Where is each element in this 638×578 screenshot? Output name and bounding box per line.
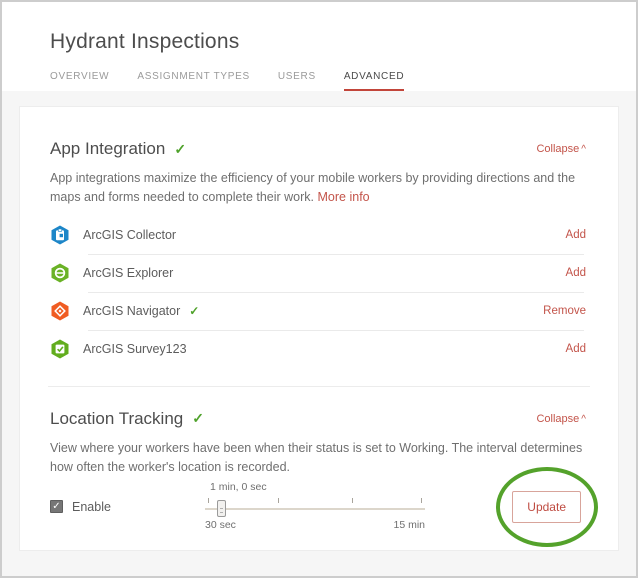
navigator-check-icon: ✓: [189, 304, 199, 318]
workforce-project-page: Hydrant Inspections OVERVIEW ASSIGNMENT …: [0, 0, 638, 578]
page-title: Hydrant Inspections: [50, 30, 588, 54]
arcgis-explorer-icon: [50, 263, 70, 283]
enable-label: Enable: [72, 500, 111, 514]
section-divider: [48, 386, 590, 387]
slider-tick: [421, 498, 422, 503]
location-tracking-controls: ✓ Enable 1 min, 0 sec 30 sec 15 min: [50, 481, 586, 533]
survey123-add-link[interactable]: Add: [566, 343, 586, 355]
app-name: ArcGIS Survey123: [83, 342, 187, 356]
arcgis-navigator-icon: [50, 301, 70, 321]
more-info-link[interactable]: More info: [318, 190, 370, 204]
interval-slider: 1 min, 0 sec 30 sec 15 min: [205, 481, 425, 533]
caret-up-icon: ^: [581, 414, 586, 425]
slider-tick: [278, 498, 279, 503]
navigator-remove-link[interactable]: Remove: [543, 305, 586, 317]
app-row-survey123: ArcGIS Survey123 Add: [50, 330, 586, 368]
location-tracking-header: Location Tracking ✓ Collapse^: [50, 409, 586, 429]
app-name: ArcGIS Explorer: [83, 266, 173, 280]
app-integration-header: App Integration ✓ Collapse^: [50, 139, 586, 159]
tab-assignment-types[interactable]: ASSIGNMENT TYPES: [137, 71, 250, 91]
update-button-wrap: Update: [512, 491, 581, 523]
slider-tick: [352, 498, 353, 503]
slider-tick: [208, 498, 209, 503]
section-check-icon: ✓: [192, 410, 204, 427]
slider-track[interactable]: [205, 508, 425, 510]
app-integration-collapse-link[interactable]: Collapse^: [536, 143, 586, 155]
section-check-icon: ✓: [174, 141, 186, 158]
enable-checkbox[interactable]: ✓: [50, 500, 63, 513]
page-header: Hydrant Inspections OVERVIEW ASSIGNMENT …: [2, 2, 636, 91]
arcgis-collector-icon: [50, 225, 70, 245]
tab-bar: OVERVIEW ASSIGNMENT TYPES USERS ADVANCED: [50, 71, 588, 91]
update-button[interactable]: Update: [512, 491, 581, 523]
advanced-tab-content: App Integration ✓ Collapse^ App integrat…: [2, 91, 636, 578]
app-row-explorer: ArcGIS Explorer Add: [50, 254, 586, 292]
app-name: ArcGIS Navigator: [83, 304, 180, 318]
collector-add-link[interactable]: Add: [566, 229, 586, 241]
tab-overview[interactable]: OVERVIEW: [50, 71, 109, 91]
app-integration-title: App Integration ✓: [50, 139, 186, 159]
arcgis-survey123-icon: [50, 339, 70, 359]
tab-users[interactable]: USERS: [278, 71, 316, 91]
app-list: ArcGIS Collector Add ArcGIS Explorer Add: [50, 216, 586, 368]
caret-up-icon: ^: [581, 144, 586, 155]
app-row-collector: ArcGIS Collector Add: [50, 216, 586, 254]
slider-handle[interactable]: [217, 500, 226, 517]
enable-group: ✓ Enable: [50, 500, 205, 514]
app-row-navigator: ArcGIS Navigator ✓ Remove: [50, 292, 586, 330]
tab-advanced[interactable]: ADVANCED: [344, 71, 404, 91]
location-tracking-collapse-link[interactable]: Collapse^: [536, 413, 586, 425]
location-tracking-description: View where your workers have been when t…: [50, 439, 584, 478]
explorer-add-link[interactable]: Add: [566, 267, 586, 279]
slider-min-label: 30 sec: [205, 519, 236, 531]
settings-card: App Integration ✓ Collapse^ App integrat…: [19, 106, 619, 551]
checkbox-check-icon: ✓: [52, 501, 60, 512]
location-tracking-title: Location Tracking ✓: [50, 409, 204, 429]
slider-max-label: 15 min: [393, 519, 425, 531]
app-integration-description: App integrations maximize the efficiency…: [50, 169, 584, 208]
slider-value-label: 1 min, 0 sec: [210, 481, 267, 493]
app-name: ArcGIS Collector: [83, 228, 176, 242]
